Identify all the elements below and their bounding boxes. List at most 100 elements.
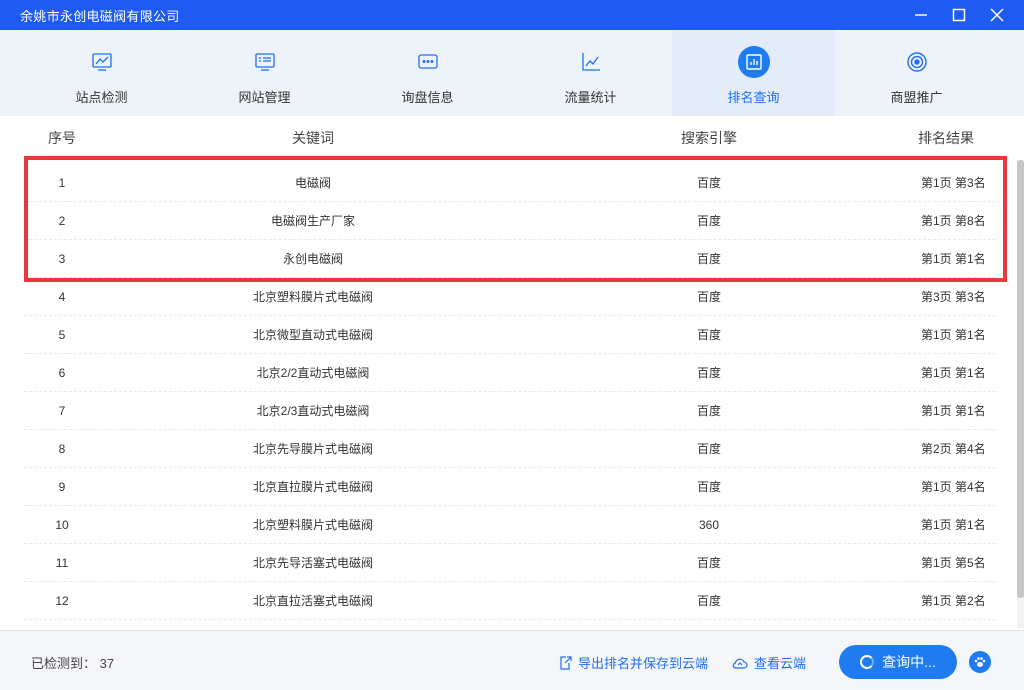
tab-site-admin[interactable]: 网站管理	[183, 30, 346, 116]
title-bar: 余姚市永创电磁阀有限公司	[0, 0, 1024, 30]
cell-engine: 百度	[696, 366, 721, 380]
cell-keyword: 北京直拉膜片式电磁阀	[252, 480, 373, 494]
line-chart-icon	[575, 46, 607, 78]
cell-index: 7	[58, 403, 66, 418]
cell-index: 1	[58, 175, 66, 190]
export-rank-button[interactable]: 导出排名并保存到云端	[557, 653, 708, 672]
table-row[interactable]: 3 永创电磁阀 百度 第1页 第1名	[24, 240, 996, 278]
cell-index: 8	[58, 441, 66, 456]
cell-index: 6	[58, 365, 66, 380]
footer-bar: 已检测到： 37 导出排名并保存到云端 查看云端 查询中...	[0, 630, 1024, 690]
table-row[interactable]: 12 北京直拉活塞式电磁阀 百度 第1页 第2名	[24, 582, 996, 620]
query-label: 查询中...	[882, 654, 936, 670]
header-index: 序号	[48, 130, 76, 146]
cell-engine: 百度	[696, 404, 721, 418]
cell-result: 第1页 第1名	[921, 518, 986, 532]
close-button[interactable]	[988, 6, 1006, 24]
main-nav: 站点检测 网站管理 询盘信息 流量统计 排名查询 商盟推广	[0, 30, 1024, 116]
cell-keyword: 电磁阀	[294, 176, 331, 190]
table-row[interactable]: 6 北京2/2直动式电磁阀 百度 第1页 第1名	[24, 354, 996, 392]
bar-chart-icon	[737, 46, 770, 78]
table-row[interactable]: 10 北京塑料膜片式电磁阀 360 第1页 第1名	[24, 506, 996, 544]
paw-button[interactable]	[969, 651, 991, 673]
header-keyword: 关键词	[292, 130, 334, 146]
cell-index: 12	[55, 593, 69, 608]
detected-label: 已检测到：	[31, 656, 97, 671]
cell-result: 第1页 第4名	[921, 480, 986, 494]
maximize-icon	[952, 8, 966, 22]
cell-result: 第1页 第2名	[921, 594, 986, 608]
cell-keyword: 电磁阀生产厂家	[270, 214, 355, 228]
cell-index: 3	[58, 251, 66, 266]
cell-result: 第1页 第3名	[921, 176, 986, 190]
tab-label: 流量统计	[564, 90, 617, 105]
tab-label: 询盘信息	[401, 90, 454, 105]
view-cloud-button[interactable]: 查看云端	[731, 653, 806, 672]
tab-label: 商盟推广	[890, 90, 943, 105]
cell-engine: 百度	[696, 252, 721, 266]
cell-keyword: 北京塑料膜片式电磁阀	[252, 290, 373, 304]
cell-keyword: 北京先导活塞式电磁阀	[252, 556, 373, 570]
paw-icon	[974, 657, 986, 667]
header-result: 排名结果	[918, 130, 974, 146]
cell-engine: 百度	[696, 442, 721, 456]
window-controls	[912, 0, 1006, 30]
header-engine: 搜索引擎	[681, 130, 737, 146]
scrollbar-thumb[interactable]	[1017, 160, 1024, 598]
cell-result: 第1页 第1名	[921, 252, 986, 266]
target-icon	[901, 46, 933, 78]
cell-engine: 百度	[696, 594, 721, 608]
export-file-icon	[560, 655, 572, 670]
cell-keyword: 北京塑料膜片式电磁阀	[252, 518, 373, 532]
cell-index: 9	[58, 479, 66, 494]
cell-result: 第1页 第1名	[921, 404, 986, 418]
table-row[interactable]: 8 北京先导膜片式电磁阀 百度 第2页 第4名	[24, 430, 996, 468]
tab-rank-query[interactable]: 排名查询	[672, 30, 835, 116]
cell-index: 5	[58, 327, 66, 342]
detected-value: 37	[99, 656, 115, 671]
cell-result: 第1页 第1名	[921, 366, 986, 380]
table-row[interactable]: 7 北京2/3直动式电磁阀 百度 第1页 第1名	[24, 392, 996, 430]
table-scrollbar[interactable]	[1017, 160, 1024, 628]
cell-engine: 百度	[696, 328, 721, 342]
minimize-button[interactable]	[912, 6, 930, 24]
close-icon	[990, 8, 1004, 22]
rank-table: 1 电磁阀 百度 第1页 第3名 2 电磁阀生产厂家 百度 第1页 第8名 3 …	[24, 164, 996, 620]
cell-engine: 百度	[696, 556, 721, 570]
tab-label: 站点检测	[75, 90, 128, 105]
cell-result: 第2页 第4名	[921, 442, 986, 456]
tab-inquiries[interactable]: 询盘信息	[346, 30, 509, 116]
tab-site-check[interactable]: 站点检测	[20, 30, 183, 116]
table-row[interactable]: 11 北京先导活塞式电磁阀 百度 第1页 第5名	[24, 544, 996, 582]
cell-result: 第3页 第3名	[921, 290, 986, 304]
cell-engine: 百度	[696, 176, 721, 190]
cell-engine: 百度	[696, 480, 721, 494]
monitor-chart-icon	[86, 46, 118, 78]
table-row[interactable]: 4 北京塑料膜片式电磁阀 百度 第3页 第3名	[24, 278, 996, 316]
cell-result: 第1页 第5名	[921, 556, 986, 570]
cloud-icon	[732, 658, 748, 669]
table-row[interactable]: 5 北京微型直动式电磁阀 百度 第1页 第1名	[24, 316, 996, 354]
minimize-icon	[915, 14, 927, 16]
maximize-button[interactable]	[950, 6, 968, 24]
detected-count: 已检测到： 37	[31, 653, 114, 672]
cell-keyword: 北京微型直动式电磁阀	[252, 328, 373, 342]
tab-alliance-promo[interactable]: 商盟推广	[835, 30, 998, 116]
view-cloud-label: 查看云端	[754, 656, 807, 671]
tab-traffic-stats[interactable]: 流量统计	[509, 30, 672, 116]
cell-engine: 百度	[696, 290, 721, 304]
cell-engine: 百度	[696, 214, 721, 228]
window-title: 余姚市永创电磁阀有限公司	[20, 8, 180, 24]
table-header: 序号 关键词 搜索引擎 排名结果	[0, 116, 1024, 160]
cell-keyword: 北京2/2直动式电磁阀	[256, 366, 370, 380]
cell-index: 4	[58, 289, 66, 304]
tab-label: 网站管理	[238, 90, 291, 105]
cell-keyword: 北京直拉活塞式电磁阀	[252, 594, 373, 608]
table-row[interactable]: 9 北京直拉膜片式电磁阀 百度 第1页 第4名	[24, 468, 996, 506]
table-row[interactable]: 1 电磁阀 百度 第1页 第3名	[24, 164, 996, 202]
export-label: 导出排名并保存到云端	[578, 656, 709, 671]
table-row[interactable]: 2 电磁阀生产厂家 百度 第1页 第8名	[24, 202, 996, 240]
cell-result: 第1页 第1名	[921, 328, 986, 342]
cell-keyword: 北京2/3直动式电磁阀	[256, 404, 370, 418]
query-button[interactable]: 查询中...	[839, 645, 957, 679]
